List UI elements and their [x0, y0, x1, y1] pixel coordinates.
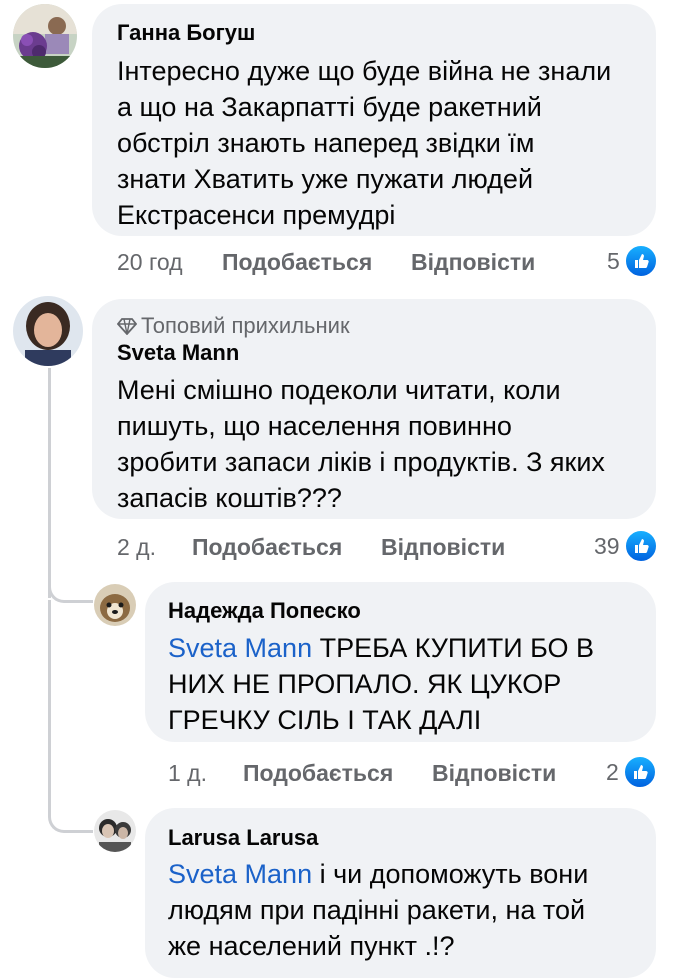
reply-line: НИХ НЕ ПРОПАЛО. ЯК ЦУКОР: [168, 669, 562, 699]
comment-line: Екстрасенси премудрі: [117, 200, 396, 230]
comment-line: знати Хватить уже пужати людей: [117, 164, 534, 194]
reply-author[interactable]: Larusa Larusa: [168, 825, 318, 851]
reply-button[interactable]: Відповісти: [432, 760, 556, 787]
like-icon: [623, 529, 658, 563]
comment-line: обстріл знають наперед звідки їм: [117, 128, 535, 158]
mention-link[interactable]: Sveta Mann: [168, 859, 312, 889]
comment-timestamp[interactable]: 20 год: [117, 249, 183, 276]
comment-author[interactable]: Ганна Богуш: [117, 20, 255, 46]
like-icon: [623, 244, 658, 278]
avatar[interactable]: [94, 584, 136, 626]
like-button[interactable]: Подобається: [222, 249, 372, 276]
comment-line: а що на Закарпатті буде ракетний: [117, 92, 542, 122]
reaction-summary[interactable]: 2: [606, 755, 657, 789]
reply-button[interactable]: Відповісти: [411, 249, 535, 276]
reply-text: Sveta Mann ТРЕБА КУПИТИ БО В НИХ НЕ ПРОП…: [168, 630, 594, 738]
comment-timestamp[interactable]: 2 д.: [117, 534, 156, 561]
comment-line: пишуть, що населення повинно: [117, 411, 512, 441]
like-button[interactable]: Подобається: [192, 534, 342, 561]
badge-label: Топовий прихильник: [141, 313, 350, 338]
comment-line: Інтересно дуже що буде війна не знали: [117, 56, 612, 86]
comment-line: запасів коштів???: [117, 483, 342, 513]
reaction-summary[interactable]: 5: [607, 244, 658, 278]
avatar[interactable]: [94, 810, 136, 852]
like-button[interactable]: Подобається: [243, 760, 393, 787]
reply-author[interactable]: Надежда Попеско: [168, 598, 361, 624]
reply-line: же населений пункт .!?: [168, 931, 455, 961]
thread-line: [48, 600, 51, 790]
reply-connector: [48, 560, 93, 603]
reaction-count: 39: [594, 532, 620, 559]
reply-line: людям при падінні ракети, на той: [168, 895, 586, 925]
reaction-summary[interactable]: 39: [594, 529, 658, 563]
like-icon: [622, 755, 657, 789]
reply-connector: [48, 790, 93, 833]
diamond-icon: [116, 318, 138, 336]
reply-text: Sveta Mann і чи допоможуть вони людям пр…: [168, 856, 588, 964]
reply-line: ГРЕЧКУ СІЛЬ І ТАК ДАЛІ: [168, 705, 482, 735]
reply-timestamp[interactable]: 1 д.: [168, 760, 207, 787]
comment-text: Мені смішно подеколи читати, коли пишуть…: [117, 372, 605, 516]
comment-text: Інтересно дуже що буде війна не знали а …: [117, 53, 611, 233]
mention-link[interactable]: Sveta Mann: [168, 633, 312, 663]
reply-line: і чи допоможуть вони: [312, 859, 589, 889]
reaction-count: 2: [606, 758, 619, 785]
reply-button[interactable]: Відповісти: [381, 534, 505, 561]
reply-line: ТРЕБА КУПИТИ БО В: [312, 633, 595, 663]
comment-author[interactable]: Sveta Mann: [117, 340, 239, 366]
comment-line: зробити запаси ліків і продуктів. З яких: [117, 447, 605, 477]
avatar[interactable]: [13, 296, 83, 366]
reaction-count: 5: [607, 247, 620, 274]
comment-line: Мені смішно подеколи читати, коли: [117, 375, 561, 405]
avatar[interactable]: [13, 4, 77, 68]
top-fan-badge: Топовий прихильник: [116, 313, 350, 339]
